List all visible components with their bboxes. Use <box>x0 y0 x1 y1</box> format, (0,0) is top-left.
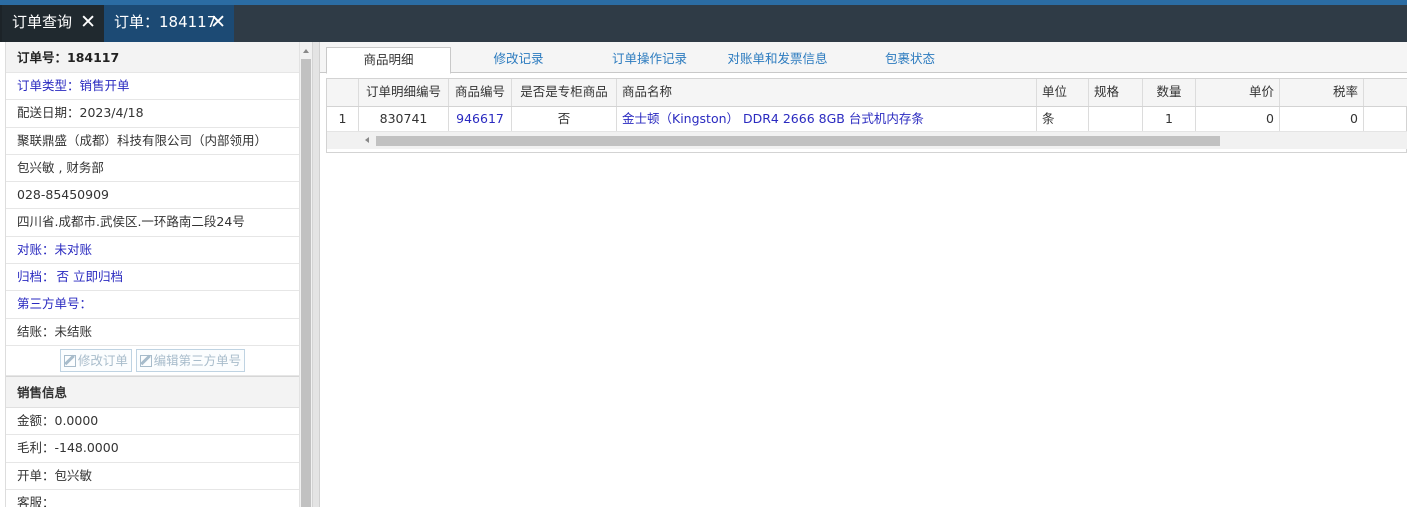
delivery-date: 配送日期：2023/4/18 <box>6 100 299 128</box>
edit-third-party-label: 编辑第三方单号 <box>153 352 242 368</box>
order-issuer: 开单：包兴敏 <box>6 463 299 490</box>
reconcile-value: 未对账 <box>54 241 93 257</box>
settle-label: 结账： <box>17 323 55 339</box>
reconcile-row: 对账：未对账 <box>6 237 299 265</box>
order-number: 订单号：184117 <box>6 42 299 73</box>
grid-header: 订单明细编号 商品编号 是否是专柜商品 商品名称 单位 规格 数量 单价 税率 <box>327 79 1407 107</box>
col-index <box>327 79 359 106</box>
edit-icon <box>139 354 152 367</box>
product-grid: 订单明细编号 商品编号 是否是专柜商品 商品名称 单位 规格 数量 单价 税率 … <box>326 78 1407 153</box>
table-row[interactable]: 1 830741 946617 否 金士顿（Kingston） DDR4 266… <box>327 107 1407 132</box>
order-info-panel: 订单号：184117 订单类型：销售开单 配送日期：2023/4/18 聚联鼎盛… <box>5 42 299 507</box>
left-panel-scrollbar[interactable] <box>299 42 312 507</box>
product-id-link[interactable]: 946617 <box>449 107 512 131</box>
archive-label: 归档： <box>17 269 55 285</box>
scrollbar-thumb[interactable] <box>301 59 311 507</box>
customer-service: 客服： <box>6 490 299 507</box>
third-party-number: 第三方单号： <box>6 291 299 319</box>
order-type-value: 销售开单 <box>79 78 130 93</box>
scroll-up-icon[interactable] <box>303 49 309 53</box>
order-actions: 修改订单 编辑第三方单号 <box>6 345 299 376</box>
sales-amount: 金额：0.0000 <box>6 408 299 436</box>
edit-order-button[interactable]: 修改订单 <box>59 348 132 372</box>
gross-profit: 毛利：-148.0000 <box>6 435 299 463</box>
col-product-id[interactable]: 商品编号 <box>449 79 512 106</box>
detail-tabs: 商品明细 修改记录 订单操作记录 对账单和发票信息 包裹状态 <box>320 42 1407 74</box>
tab-label: 订单：184117 <box>114 13 217 31</box>
close-icon[interactable]: ✕ <box>210 5 226 40</box>
tab-modify-log[interactable]: 修改记录 <box>466 47 571 73</box>
contact-person: 包兴敏 , 财务部 <box>6 155 299 183</box>
detail-panel: 商品明细 修改记录 订单操作记录 对账单和发票信息 包裹状态 订单明细编号 商品… <box>320 42 1407 507</box>
archive-now-link[interactable]: 否 立即归档 <box>57 269 123 284</box>
spec-cell <box>1089 107 1143 131</box>
tab-bar: 订单查询 ✕ 订单：184117 ✕ <box>0 5 1407 42</box>
col-spec[interactable]: 规格 <box>1089 79 1143 106</box>
tab-package-status[interactable]: 包裹状态 <box>860 47 960 73</box>
col-product-name[interactable]: 商品名称 <box>617 79 1037 106</box>
delivery-address: 四川省.成都市.武侯区.一环路南二段24号 <box>6 209 299 237</box>
col-is-counter[interactable]: 是否是专柜商品 <box>512 79 617 106</box>
unit-price-cell: 0 <box>1196 107 1280 131</box>
tab-label: 订单查询 <box>12 13 73 31</box>
tab-operation-log[interactable]: 订单操作记录 <box>592 47 707 73</box>
tab-product-details[interactable]: 商品明细 <box>326 47 451 74</box>
panel-splitter[interactable] <box>312 42 320 507</box>
tab-statement-invoice[interactable]: 对账单和发票信息 <box>715 47 840 73</box>
col-quantity[interactable]: 数量 <box>1143 79 1196 106</box>
tab-order-detail[interactable]: 订单：184117 ✕ <box>104 5 234 42</box>
edit-order-label: 修改订单 <box>77 352 128 368</box>
tab-order-query[interactable]: 订单查询 ✕ <box>0 5 104 42</box>
product-name-link[interactable]: 金士顿（Kingston） DDR4 2666 8GB 台式机内存条 <box>617 107 1037 131</box>
row-index: 1 <box>327 107 359 131</box>
scroll-left-icon[interactable] <box>365 137 369 143</box>
is-counter-cell: 否 <box>512 107 617 131</box>
edit-third-party-button[interactable]: 编辑第三方单号 <box>135 348 246 372</box>
col-detail-id[interactable]: 订单明细编号 <box>359 79 449 106</box>
grid-horizontal-scrollbar[interactable] <box>327 132 1407 149</box>
quantity-cell: 1 <box>1143 107 1196 131</box>
col-tax-rate[interactable]: 税率 <box>1280 79 1364 106</box>
sales-info-header: 销售信息 <box>6 375 299 408</box>
close-icon[interactable]: ✕ <box>80 5 96 40</box>
tax-rate-cell: 0 <box>1280 107 1364 131</box>
order-type-label: 订单类型： <box>17 78 80 93</box>
unit-cell: 条 <box>1037 107 1089 131</box>
archive-row: 归档：否 立即归档 <box>6 264 299 292</box>
settle-row: 结账：未结账 <box>6 319 299 346</box>
col-unit[interactable]: 单位 <box>1037 79 1089 106</box>
edit-icon <box>63 354 76 367</box>
reconcile-label: 对账： <box>17 241 55 257</box>
col-unit-price[interactable]: 单价 <box>1196 79 1280 106</box>
detail-id-cell: 830741 <box>359 107 449 131</box>
scrollbar-thumb[interactable] <box>376 136 1220 146</box>
order-type-row: 订单类型：销售开单 <box>6 73 299 101</box>
company-name: 聚联鼎盛（成都）科技有限公司（内部领用） <box>6 128 299 155</box>
phone-number: 028-85450909 <box>6 182 299 210</box>
settle-value: 未结账 <box>54 323 93 339</box>
